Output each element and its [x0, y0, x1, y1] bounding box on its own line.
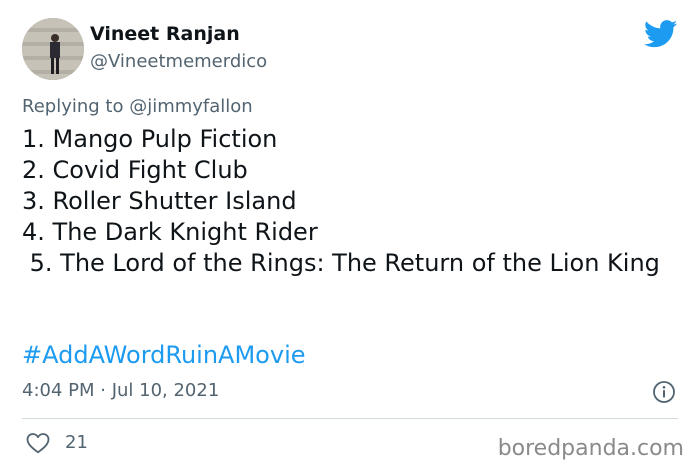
- twitter-bird-icon[interactable]: [643, 20, 678, 48]
- tweet-line-3: 3. Roller Shutter Island: [22, 187, 297, 215]
- tweet-line-2: 2. Covid Fight Club: [22, 156, 248, 184]
- tweet-timestamp[interactable]: 4:04 PM · Jul 10, 2021: [22, 380, 219, 401]
- reply-mention-link[interactable]: @jimmyfallon: [129, 96, 253, 117]
- tweet-card: Vineet Ranjan @Vineetmemerdico Replying …: [0, 0, 700, 472]
- author-name[interactable]: Vineet Ranjan: [90, 23, 240, 45]
- heart-icon[interactable]: [26, 432, 50, 454]
- divider: [22, 418, 678, 419]
- watermark: boredpanda.com: [497, 436, 684, 461]
- replying-to: Replying to @jimmyfallon: [22, 96, 253, 117]
- author-handle[interactable]: @Vineetmemerdico: [90, 51, 267, 72]
- avatar[interactable]: [22, 18, 84, 80]
- info-icon[interactable]: [652, 380, 676, 404]
- hashtag-link[interactable]: #AddAWordRuinAMovie: [22, 341, 306, 369]
- tweet-text: 1. Mango Pulp Fiction 2. Covid Fight Clu…: [22, 124, 672, 279]
- tweet-line-4: 4. The Dark Knight Rider: [22, 218, 318, 246]
- tweet-line-1: 1. Mango Pulp Fiction: [22, 125, 278, 153]
- like-count[interactable]: 21: [65, 432, 88, 453]
- tweet-line-5: 5. The Lord of the Rings: The Return of …: [22, 249, 660, 277]
- replying-to-label: Replying to: [22, 96, 130, 117]
